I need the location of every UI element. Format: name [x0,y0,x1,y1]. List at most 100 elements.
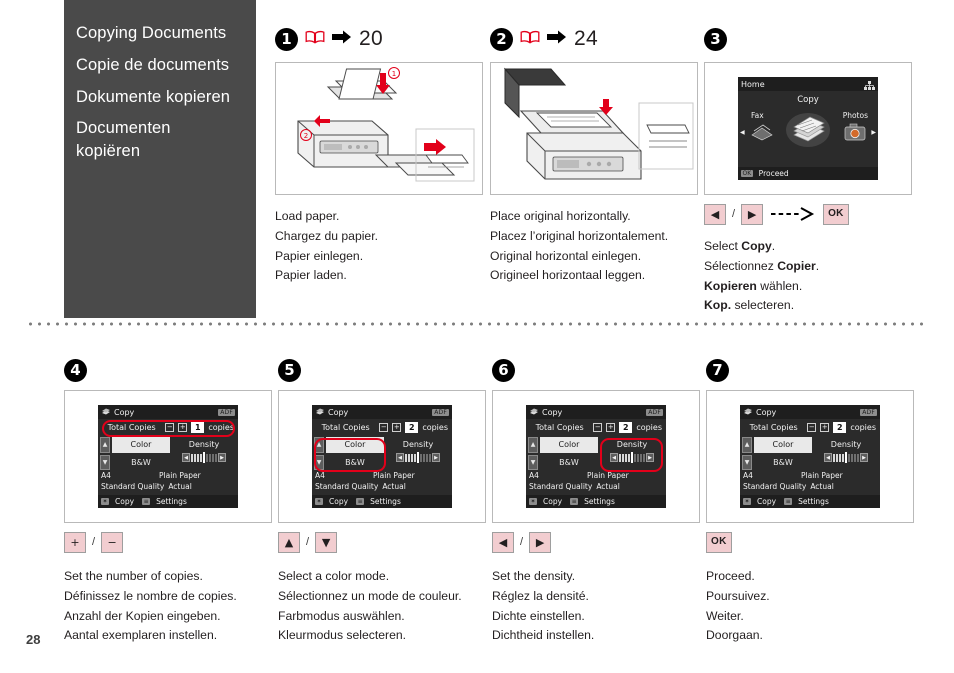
left-arrow-key[interactable]: ◀ [492,531,514,553]
up-arrow-icon[interactable]: ▲ [528,437,538,453]
paper-type: Plain Paper [373,471,415,480]
density-right-arrow-icon[interactable]: ▶ [646,453,654,462]
lcd-footer: ✶ Copy ≡ Settings [312,495,452,508]
down-arrow-icon[interactable]: ▼ [528,454,538,470]
color-mode-selector[interactable]: Color B&W [326,437,384,470]
plus-button[interactable]: + [820,423,830,432]
lcd-home-screen: Home Copy ◀ ▶ Fax Photos OK Proceed [704,62,912,195]
footer-copy-label: Copy [543,497,563,506]
mode-color-option[interactable]: Color [540,437,598,453]
caption-line-en: Set the density. [492,569,576,583]
density-right-arrow-icon[interactable]: ▶ [432,453,440,462]
density-control[interactable]: Density ◀ ▶ [386,437,450,470]
mode-color-option[interactable]: Color [326,437,384,453]
mode-bw-option[interactable]: B&W [326,455,384,471]
copies-value: 1 [191,422,205,433]
lcd-copy-screen-frame: Copy ADF Total Copies − + 2 copies ▲ ▼ C… [278,390,486,523]
left-arrow-key[interactable]: ◀ [704,203,726,225]
down-arrow-icon[interactable]: ▼ [314,454,324,470]
footer-copy-label: Copy [757,497,777,506]
lcd-total-copies-row: Total Copies − + 2 copies [526,419,666,436]
right-arrow-key[interactable]: ▶ [529,531,552,553]
step-number-badge: 3 [704,27,727,51]
down-arrow-key[interactable]: ▼ [315,531,338,553]
lcd-panel-copy: Copy ADF Total Copies − + 1 copies ▲ ▼ C… [98,405,238,508]
density-slider[interactable]: ◀ ▶ [172,452,236,463]
color-mode-selector[interactable]: Color B&W [112,437,170,470]
up-arrow-icon[interactable]: ▲ [742,437,752,453]
step-2-caption: Place original horizontally. Placez l’or… [490,207,698,286]
caption-line-en: Set the number of copies. [64,569,203,583]
plus-key[interactable]: + [64,531,86,553]
color-mode-selector[interactable]: Color B&W [754,437,812,470]
density-control[interactable]: Density ◀ ▶ [814,437,878,470]
mode-bw-option[interactable]: B&W [112,455,170,471]
lcd-panel-home: Home Copy ◀ ▶ Fax Photos OK Proceed [738,77,878,180]
right-arrow-key[interactable]: ▶ [741,203,764,225]
minus-button[interactable]: − [593,423,603,432]
density-slider[interactable]: ◀ ▶ [386,452,450,463]
step-5: 5 Copy ADF Total Copies − + 2 copies ▲ ▼… [278,358,486,646]
down-arrow-icon[interactable]: ▼ [100,454,110,470]
lcd-title-text: Copy [756,407,777,417]
density-left-arrow-icon[interactable]: ◀ [824,453,832,462]
lcd-title-text: Copy [542,407,563,417]
mode-color-option[interactable]: Color [754,437,812,453]
density-left-arrow-icon[interactable]: ◀ [610,453,618,462]
density-left-arrow-icon[interactable]: ◀ [396,453,404,462]
minus-button[interactable]: − [165,423,175,432]
paper-size: A4 [529,471,539,480]
key-separator: / [732,208,736,220]
total-copies-label: Total Copies [107,423,156,432]
step-5-header: 5 [278,358,486,382]
up-arrow-icon[interactable]: ▲ [314,437,324,453]
paper-size: A4 [101,471,111,480]
plus-button[interactable]: + [606,423,616,432]
density-slider[interactable]: ◀ ▶ [600,452,664,463]
adf-badge: ADF [860,408,877,416]
minus-button[interactable]: − [807,423,817,432]
ok-key[interactable]: OK [706,531,732,553]
step-number-badge: 2 [490,27,513,51]
mode-bw-option[interactable]: B&W [540,455,598,471]
copies-unit: copies [850,423,876,432]
density-control[interactable]: Density ◀ ▶ [600,437,664,470]
caption-line-fr: Sélectionnez Copier. [704,258,820,273]
density-left-arrow-icon[interactable]: ◀ [182,453,190,462]
density-right-arrow-icon[interactable]: ▶ [218,453,226,462]
minus-button[interactable]: − [379,423,389,432]
adf-badge: ADF [218,408,235,416]
photos-camera-icon [843,122,867,146]
caption-line-en: Select a color mode. [278,569,390,583]
step-5-caption: Select a color mode. Sélectionnez un mod… [278,567,486,646]
density-control[interactable]: Density ◀ ▶ [172,437,236,470]
total-copies-label: Total Copies [749,423,798,432]
caption-line-fr: Définissez le nombre de copies. [64,588,237,603]
lcd-home-titlebar: Home [738,77,878,91]
up-arrow-key[interactable]: ▲ [278,531,300,553]
copy-stack-icon [743,407,753,418]
layout: Actual [810,481,834,491]
density-right-arrow-icon[interactable]: ▶ [860,453,868,462]
lcd-copy-screen-frame: Copy ADF Total Copies − + 1 copies ▲ ▼ C… [64,390,272,523]
lcd-selected-mode-label: Copy [797,95,819,105]
color-mode-selector[interactable]: Color B&W [540,437,598,470]
density-label: Density [402,440,434,449]
down-arrow-icon[interactable]: ▼ [742,454,752,470]
lcd-copy-screen-frame: Copy ADF Total Copies − + 2 copies ▲ ▼ C… [492,390,700,523]
lcd-footer-proceed-label: Proceed [758,169,789,178]
up-arrow-icon[interactable]: ▲ [100,437,110,453]
step-4-caption: Set the number of copies. Définissez le … [64,567,272,646]
density-slider[interactable]: ◀ ▶ [814,452,878,463]
plus-button[interactable]: + [178,423,188,432]
minus-key[interactable]: − [101,531,124,553]
lcd-titlebar: Copy ADF [98,405,238,419]
lcd-total-copies-row: Total Copies − + 2 copies [312,419,452,436]
mode-bw-option[interactable]: B&W [754,455,812,471]
ok-key[interactable]: OK [823,203,849,225]
paper-size: A4 [743,471,753,480]
step-6-key-row: ◀ / ▶ [492,531,700,553]
mode-color-option[interactable]: Color [112,437,170,453]
copies-value: 2 [833,422,847,433]
plus-button[interactable]: + [392,423,402,432]
